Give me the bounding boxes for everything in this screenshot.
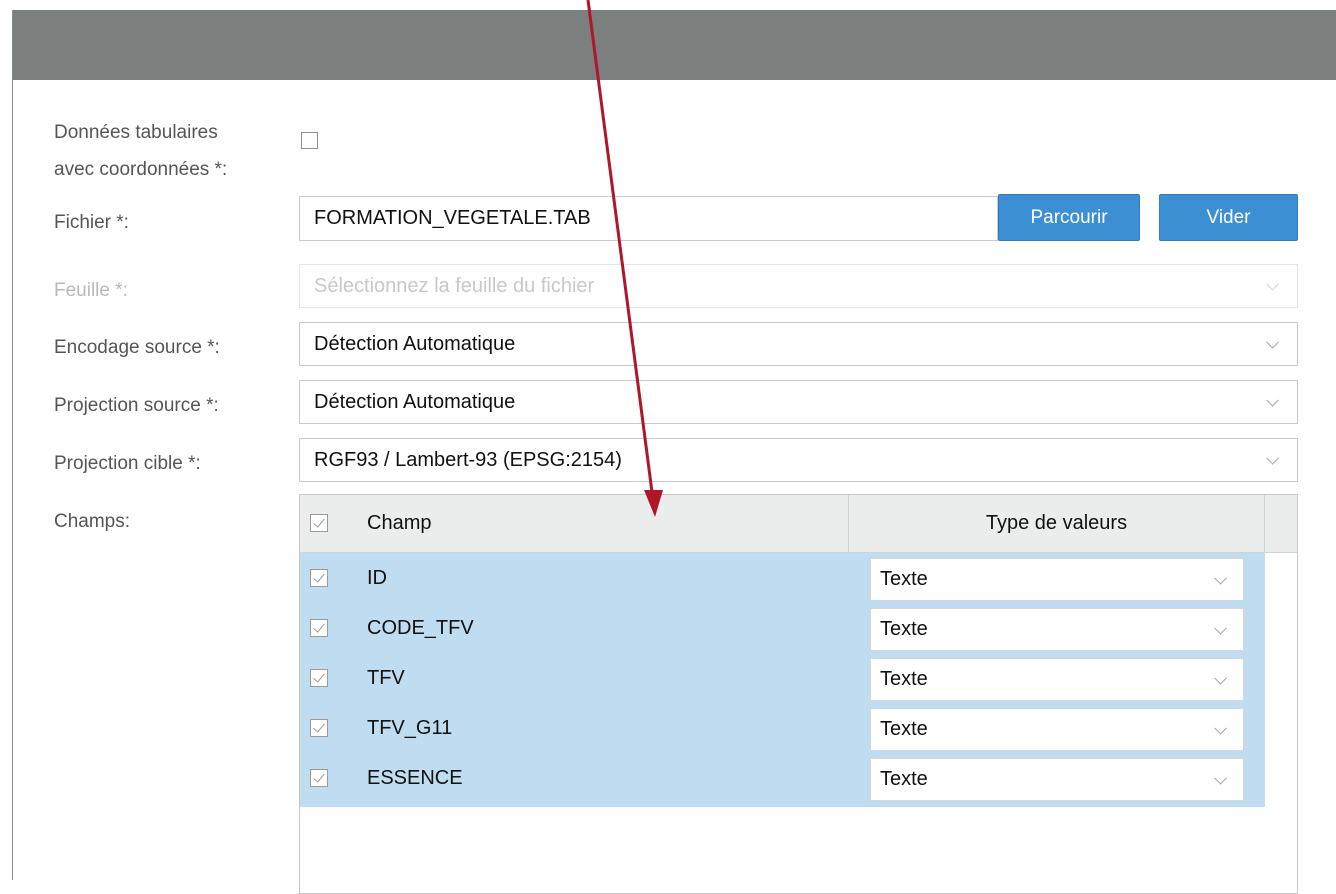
tabular-label-line2: avec coordonnées *: — [54, 159, 228, 180]
field-name: TFV — [367, 667, 405, 689]
clear-button[interactable]: Vider — [1159, 194, 1298, 241]
table-row[interactable]: ID Texte — [300, 553, 1265, 603]
source-projection-select[interactable]: Détection Automatique — [299, 380, 1298, 424]
sheet-label: Feuille *: — [54, 280, 128, 301]
sheet-placeholder: Sélectionnez la feuille du fichier — [314, 275, 595, 297]
sheet-select: Sélectionnez la feuille du fichier — [299, 264, 1298, 308]
browse-button[interactable]: Parcourir — [998, 194, 1140, 241]
grid-header: Champ Type de valeurs — [300, 495, 1297, 553]
target-projection-value: RGF93 / Lambert-93 (EPSG:2154) — [314, 449, 622, 471]
source-projection-label: Projection source *: — [54, 395, 219, 416]
file-label: Fichier *: — [54, 212, 129, 233]
chevron-down-icon — [1214, 621, 1227, 635]
type-select[interactable]: Texte — [870, 708, 1244, 751]
row-checkbox[interactable] — [310, 669, 328, 687]
chevron-down-icon — [1266, 393, 1279, 407]
chevron-down-icon — [1266, 335, 1279, 349]
column-header-champ[interactable]: Champ — [348, 495, 848, 552]
source-projection-value: Détection Automatique — [314, 391, 516, 413]
field-name: CODE_TFV — [367, 617, 474, 639]
type-value: Texte — [880, 668, 928, 690]
tabular-checkbox[interactable] — [301, 132, 318, 149]
chevron-down-icon — [1266, 451, 1279, 465]
row-checkbox[interactable] — [310, 769, 328, 787]
target-projection-select[interactable]: RGF93 / Lambert-93 (EPSG:2154) — [299, 438, 1298, 482]
encoding-label: Encodage source *: — [54, 337, 220, 358]
table-row[interactable]: TFV_G11 Texte — [300, 703, 1265, 753]
fields-grid: Champ Type de valeurs ID Texte CODE_TFV … — [299, 494, 1298, 894]
table-row[interactable]: ESSENCE Texte — [300, 753, 1265, 803]
dialog-titlebar[interactable] — [13, 10, 1336, 80]
chevron-down-icon — [1214, 721, 1227, 735]
row-checkbox[interactable] — [310, 569, 328, 587]
type-value: Texte — [880, 768, 928, 790]
row-checkbox[interactable] — [310, 719, 328, 737]
chevron-down-icon — [1214, 771, 1227, 785]
fields-label: Champs: — [54, 511, 131, 532]
encoding-value: Détection Automatique — [314, 333, 516, 355]
field-name: TFV_G11 — [367, 717, 453, 739]
field-name: ID — [367, 567, 387, 589]
target-projection-label: Projection cible *: — [54, 453, 201, 474]
tabular-label: Données tabulaires — [54, 122, 218, 143]
column-header-type[interactable]: Type de valeurs — [848, 495, 1264, 552]
file-input[interactable]: FORMATION_VEGETALE.TAB — [299, 196, 998, 241]
row-checkbox[interactable] — [310, 619, 328, 637]
type-value: Texte — [880, 618, 928, 640]
type-value: Texte — [880, 568, 928, 590]
type-select[interactable]: Texte — [870, 658, 1244, 701]
encoding-select[interactable]: Détection Automatique — [299, 322, 1298, 366]
select-all-checkbox[interactable] — [310, 514, 328, 532]
table-row[interactable]: CODE_TFV Texte — [300, 603, 1265, 653]
type-select[interactable]: Texte — [870, 558, 1244, 601]
chevron-down-icon — [1214, 571, 1227, 585]
import-dialog: Données tabulaires avec coordonnées *: F… — [12, 10, 1336, 894]
chevron-down-icon — [1214, 671, 1227, 685]
grid-rows: ID Texte CODE_TFV Texte TFV Texte TFV_G1… — [300, 553, 1265, 807]
type-value: Texte — [880, 718, 928, 740]
header-check-cell — [300, 495, 348, 552]
type-select[interactable]: Texte — [870, 758, 1244, 801]
header-scroll-spacer — [1264, 495, 1297, 552]
table-row[interactable]: TFV Texte — [300, 653, 1265, 703]
chevron-down-icon — [1266, 277, 1279, 291]
field-name: ESSENCE — [367, 767, 463, 789]
type-select[interactable]: Texte — [870, 608, 1244, 651]
